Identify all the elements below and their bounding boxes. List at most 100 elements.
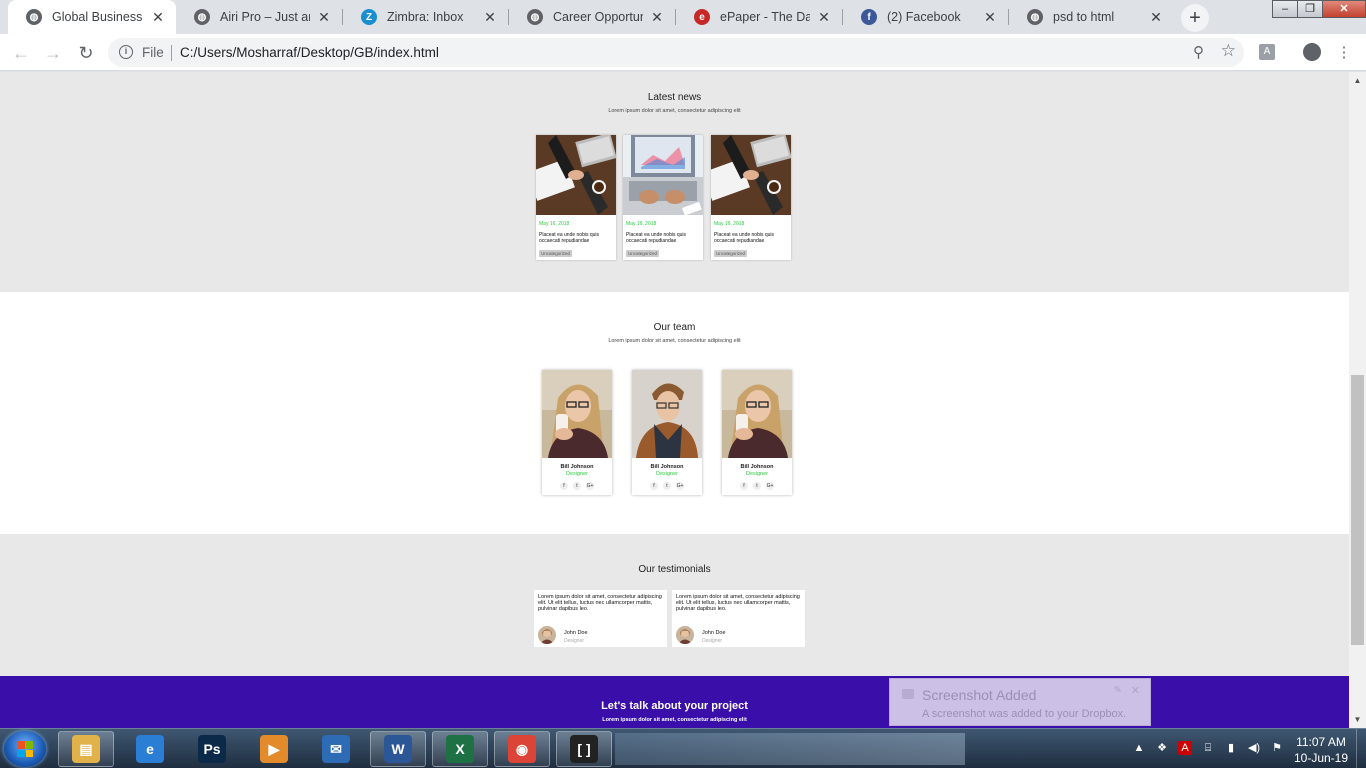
internet-explorer-taskbar-button[interactable]: e (122, 731, 178, 767)
tab-close-icon[interactable]: ✕ (482, 9, 498, 25)
notification-message: A screenshot was added to your Dropbox. (922, 708, 1127, 720)
profile-icon[interactable] (1302, 42, 1322, 62)
news-title[interactable]: Placeat ea unde nobis quis occaecati rep… (714, 232, 790, 244)
tab-title: Zimbra: Inbox (387, 10, 464, 24)
reload-button[interactable]: ↻ (73, 40, 99, 66)
twitter-icon[interactable]: t (573, 482, 581, 490)
acrobat-extension-icon[interactable]: A (1257, 42, 1277, 62)
tab-close-icon[interactable]: ✕ (1148, 9, 1164, 25)
network-icon[interactable]: ⌸ (1201, 741, 1215, 755)
twitter-icon[interactable]: t (753, 482, 761, 490)
browser-tab[interactable]: ◍ psd to html ✕ (1009, 0, 1174, 34)
laptop-photo[interactable] (623, 135, 703, 215)
photoshop-taskbar-button[interactable]: Ps (184, 731, 240, 767)
browser-tab[interactable]: ◍ Career Opportunity ✕ (509, 0, 675, 34)
show-desktop-button[interactable] (1356, 729, 1366, 768)
browser-tab[interactable]: f (2) Facebook ✕ (843, 0, 1008, 34)
restore-button[interactable]: ❐ (1297, 0, 1323, 18)
close-icon[interactable]: ✕ (1131, 684, 1140, 697)
facebook-icon[interactable]: f (650, 482, 658, 490)
tab-title: Global Business (52, 10, 143, 24)
menu-icon[interactable]: ⋮ (1334, 42, 1354, 62)
facebook-icon[interactable]: f (740, 482, 748, 490)
category-tag[interactable]: Uncategorized (539, 250, 573, 257)
scrollbar-thumb[interactable] (1351, 375, 1364, 645)
tab-strip: ◍Global Business✕◍Airi Pro – Just anot✕Z… (0, 0, 1366, 34)
excel-icon: X (446, 735, 474, 763)
brackets-taskbar-button[interactable]: [ ] (556, 731, 612, 767)
clock-date: 10-Jun-19 (1293, 751, 1349, 765)
tab-close-icon[interactable]: ✕ (816, 9, 832, 25)
news-card[interactable]: May 16, 2018 Placeat ea unde nobis quis o… (711, 135, 791, 260)
facebook-icon[interactable]: f (560, 482, 568, 490)
windows-logo-icon (17, 741, 33, 757)
google-plus-icon[interactable]: G+ (766, 482, 774, 490)
thunderbird-icon: ✉ (322, 735, 350, 763)
woman-photo (542, 370, 612, 458)
globe-icon: ◍ (1027, 9, 1043, 25)
address-bar[interactable]: i File C:/Users/Mosharraf/Desktop/GB/ind… (108, 38, 1244, 67)
forward-button[interactable]: → (40, 40, 66, 66)
acrobat-tray-icon[interactable]: A (1178, 741, 1192, 755)
category-tag[interactable]: Uncategorized (626, 250, 660, 257)
browser-tab[interactable]: ◍ Airi Pro – Just anot ✕ (176, 0, 342, 34)
back-button[interactable]: ← (8, 40, 34, 66)
dropbox-tray-icon[interactable]: ❖ (1155, 741, 1169, 755)
tab-close-icon[interactable]: ✕ (150, 9, 166, 25)
new-tab-button[interactable]: + (1181, 4, 1209, 32)
testimonial-role: Designer (702, 638, 723, 644)
excel-taskbar-button[interactable]: X (432, 731, 488, 767)
power-icon[interactable]: ▮ (1224, 741, 1238, 755)
testimonial-name: John Doe (702, 630, 726, 636)
clock[interactable]: 11:07 AM 10-Jun-19 (1290, 734, 1352, 766)
vertical-scrollbar[interactable]: ▲ ▼ (1349, 72, 1366, 728)
info-icon[interactable]: i (119, 45, 133, 59)
minimize-button[interactable]: – (1272, 0, 1298, 18)
close-window-button[interactable]: ✕ (1322, 0, 1366, 18)
handshake-photo[interactable] (536, 135, 616, 215)
browser-toolbar: ← → ↻ i File C:/Users/Mosharraf/Desktop/… (0, 34, 1366, 71)
explorer-icon: ▤ (72, 735, 100, 763)
zoom-icon[interactable]: ⚲ (1193, 43, 1204, 61)
testimonial-name: John Doe (564, 630, 588, 636)
browser-tab[interactable]: e ePaper - The Daily ✕ (676, 0, 842, 34)
dropbox-notification[interactable]: Screenshot Added A screenshot was added … (889, 678, 1151, 726)
category-tag[interactable]: Uncategorized (714, 250, 748, 257)
news-title[interactable]: Placeat ea unde nobis quis occaecati rep… (626, 232, 702, 244)
explorer-taskbar-button[interactable]: ▤ (58, 731, 114, 767)
thunderbird-taskbar-button[interactable]: ✉ (308, 731, 364, 767)
action-center-flag-icon[interactable]: ⚑ (1270, 741, 1284, 755)
news-card[interactable]: May 16, 2018 Placeat ea unde nobis quis o… (536, 135, 616, 260)
tab-close-icon[interactable]: ✕ (982, 9, 998, 25)
chrome-taskbar-button[interactable]: ◉ (494, 731, 550, 767)
tab-close-icon[interactable]: ✕ (649, 9, 665, 25)
show-hidden-icons-icon[interactable]: ▲ (1132, 741, 1146, 755)
bookmark-star-icon[interactable]: ☆ (1221, 41, 1236, 61)
url-text[interactable]: C:/Users/Mosharraf/Desktop/GB/index.html (180, 45, 439, 60)
man-photo (632, 370, 702, 458)
pin-icon[interactable]: ✎ (1114, 685, 1122, 696)
social-links: f t G+ (632, 482, 702, 490)
section-subtitle: Lorem ipsum dolor sit amet, consectetur … (608, 338, 741, 344)
google-plus-icon[interactable]: G+ (676, 482, 684, 490)
team-member-card: Bill Johnson Designer f t G+ (542, 370, 612, 495)
media-player-taskbar-button[interactable]: ▶ (246, 731, 302, 767)
news-title[interactable]: Placeat ea unde nobis quis occaecati rep… (539, 232, 615, 244)
scroll-down-icon[interactable]: ▼ (1349, 711, 1366, 728)
tab-title: Airi Pro – Just anot (220, 10, 310, 24)
twitter-icon[interactable]: t (663, 482, 671, 490)
tab-close-icon[interactable]: ✕ (316, 9, 332, 25)
windows-taskbar: ▤ e Ps ▶ ✉ W X ◉ [ ] ▲ ❖ A ⌸ ▮ ◀) ⚑ 11:07 AM 10-… (0, 728, 1366, 768)
tab-title: ePaper - The Daily (720, 10, 810, 24)
volume-icon[interactable]: ◀) (1247, 741, 1261, 755)
browser-tab[interactable]: Z Zimbra: Inbox ✕ (343, 0, 508, 34)
team-member-card: Bill Johnson Designer f t G+ (722, 370, 792, 495)
browser-tab[interactable]: ◍ Global Business ✕ (8, 0, 176, 34)
word-taskbar-button[interactable]: W (370, 731, 426, 767)
google-plus-icon[interactable]: G+ (586, 482, 594, 490)
chrome-icon: ◉ (508, 735, 536, 763)
news-card[interactable]: May 16, 2018 Placeat ea unde nobis quis o… (623, 135, 703, 260)
handshake-photo[interactable] (711, 135, 791, 215)
start-button[interactable] (4, 731, 46, 767)
scroll-up-icon[interactable]: ▲ (1349, 72, 1366, 89)
